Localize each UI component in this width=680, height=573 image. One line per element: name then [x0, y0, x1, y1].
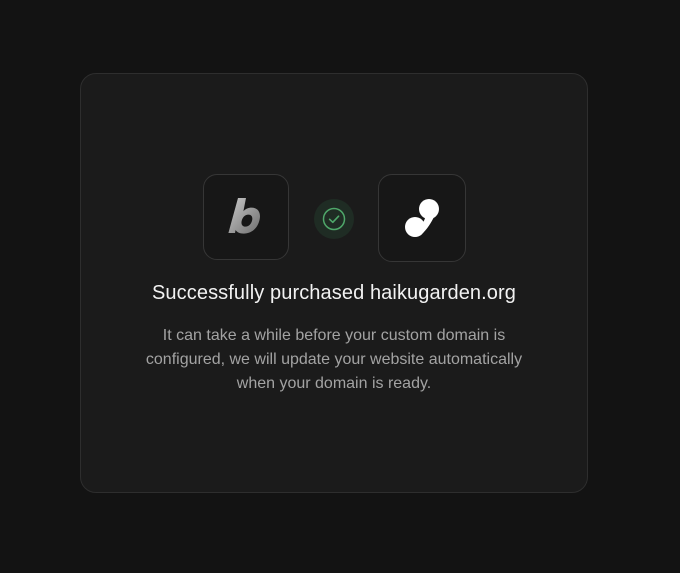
domain-setup-description: It can take a while before your custom d…: [145, 327, 523, 392]
logo-connection-row: [81, 174, 587, 262]
brand-logo-tile: [203, 174, 289, 260]
success-title: Successfully purchased haikugarden.org: [151, 282, 516, 304]
success-check-badge: [314, 199, 354, 239]
b-brand-logo-icon: [228, 198, 260, 234]
domain-provider-logo-tile: [378, 174, 466, 262]
purchase-success-card: Successfully purchased haikugarden.org I…: [80, 73, 588, 493]
infinity-link-logo-icon: [405, 199, 439, 237]
check-circle-icon: [322, 207, 346, 231]
